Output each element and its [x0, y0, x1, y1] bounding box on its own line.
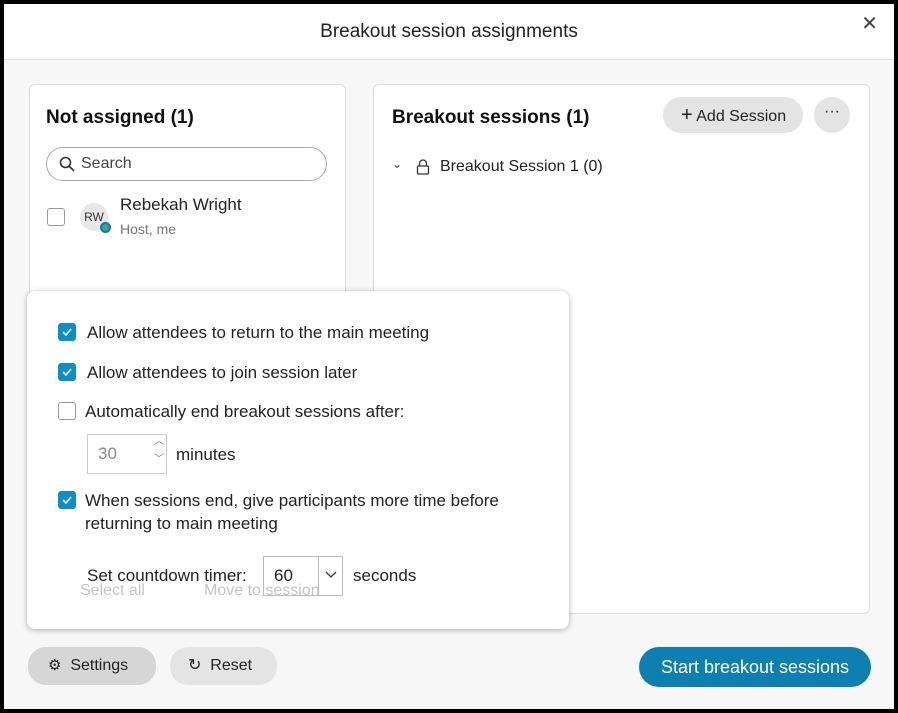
status-icon — [100, 222, 111, 233]
search-input[interactable]: Search — [46, 147, 327, 181]
minutes-stepper[interactable]: 30 ︿ ﹀ — [87, 434, 167, 474]
participant-checkbox[interactable] — [47, 208, 65, 226]
add-session-button[interactable]: + Add Session — [663, 97, 803, 133]
minutes-label: minutes — [176, 445, 236, 464]
close-icon[interactable]: ✕ — [861, 14, 878, 34]
search-icon — [59, 156, 75, 172]
gear-icon: ⚙ — [48, 657, 62, 674]
settings-popover: Allow attendees to return to the main me… — [27, 291, 569, 629]
check-icon — [62, 368, 72, 377]
return-main-checkbox[interactable] — [58, 323, 76, 341]
auto-end-checkbox[interactable] — [58, 402, 76, 420]
more-time-label-2: returning to main meeting — [85, 514, 278, 533]
check-icon — [62, 496, 72, 505]
more-options-button[interactable]: ··· — [814, 97, 850, 133]
more-time-label: When sessions end, give participants mor… — [85, 491, 499, 510]
join-later-checkbox[interactable] — [58, 363, 76, 381]
chevron-down-icon[interactable] — [318, 557, 342, 595]
title-bar: Breakout session assignments ✕ — [4, 4, 894, 60]
participant-role: Host, me — [120, 221, 177, 237]
down-arrow-icon[interactable]: ﹀ — [154, 441, 164, 479]
join-later-label: Allow attendees to join session later — [87, 363, 358, 382]
reset-button[interactable]: ↻ Reset — [170, 647, 277, 685]
select-all-label[interactable]: Select all — [80, 582, 145, 600]
auto-end-label: Automatically end breakout sessions afte… — [85, 402, 405, 421]
session-name: Breakout Session 1 (0) — [440, 158, 603, 175]
seconds-label: seconds — [353, 566, 417, 585]
return-main-label: Allow attendees to return to the main me… — [87, 323, 430, 342]
lock-icon — [416, 159, 430, 175]
settings-button[interactable]: ⚙ Settings — [28, 647, 156, 685]
move-to-session-label[interactable]: Move to session — [204, 582, 320, 600]
breakout-dialog: Breakout session assignments ✕ Not assig… — [4, 4, 894, 709]
refresh-icon: ↻ — [188, 657, 202, 674]
session-item[interactable]: ⌄ Breakout Session 1 (0) — [392, 157, 692, 181]
check-icon — [62, 328, 72, 337]
more-icon: ··· — [824, 103, 840, 120]
more-time-checkbox[interactable] — [58, 491, 76, 509]
dialog-title: Breakout session assignments — [320, 21, 578, 42]
participant-name: Rebekah Wright — [120, 195, 242, 214]
plus-icon: + — [681, 104, 693, 126]
sessions-heading: Breakout sessions (1) — [392, 107, 590, 128]
chevron-down-icon[interactable]: ⌄ — [392, 157, 402, 171]
start-breakout-button[interactable]: Start breakout sessions — [639, 647, 871, 687]
not-assigned-heading: Not assigned (1) — [46, 107, 194, 128]
avatar: RW — [80, 203, 111, 233]
search-placeholder: Search — [81, 155, 132, 172]
